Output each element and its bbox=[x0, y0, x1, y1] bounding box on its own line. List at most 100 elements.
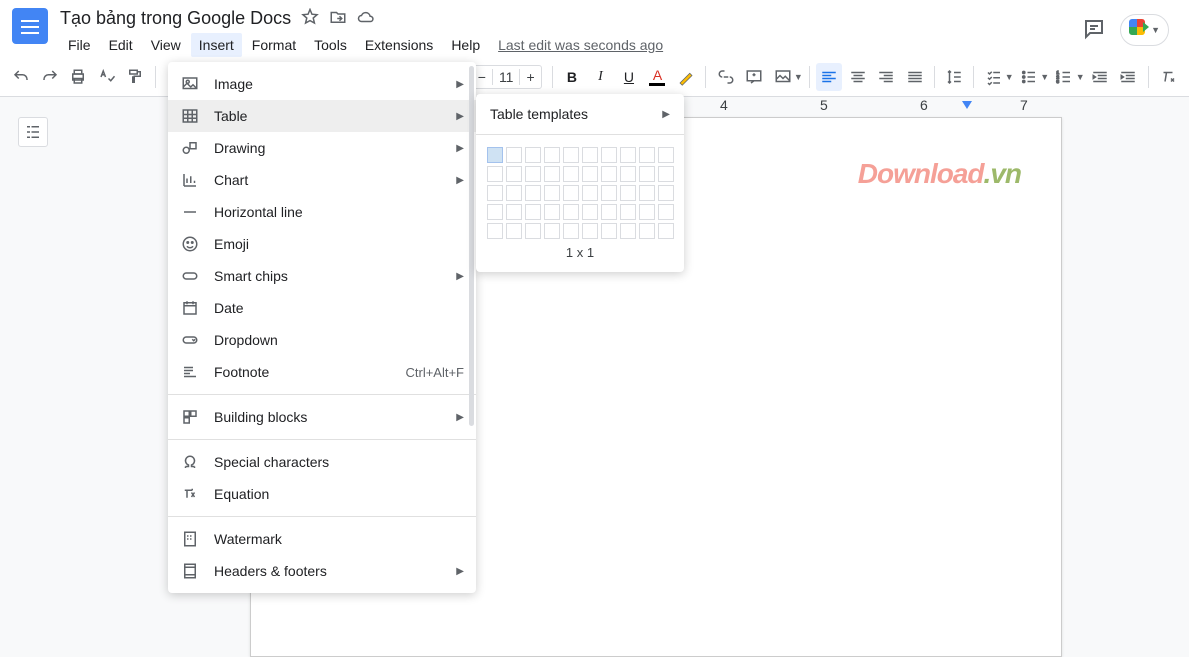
table-grid-cell[interactable] bbox=[639, 185, 655, 201]
table-grid-cell[interactable] bbox=[525, 223, 541, 239]
menu-item-headers-footers[interactable]: Headers & footers ▶ bbox=[168, 555, 476, 587]
menu-item-date[interactable]: Date bbox=[168, 292, 476, 324]
underline-button[interactable]: U bbox=[616, 63, 643, 91]
print-button[interactable] bbox=[65, 63, 92, 91]
table-grid-cell[interactable] bbox=[487, 166, 503, 182]
menu-item-special-characters[interactable]: Special characters bbox=[168, 446, 476, 478]
last-edit-link[interactable]: Last edit was seconds ago bbox=[498, 37, 663, 53]
table-grid-cell[interactable] bbox=[582, 185, 598, 201]
font-size-control[interactable]: − 11 + bbox=[471, 65, 542, 89]
scrollbar[interactable] bbox=[469, 66, 474, 486]
outline-toggle-button[interactable] bbox=[18, 117, 48, 147]
font-size-value[interactable]: 11 bbox=[492, 69, 521, 85]
menu-item-emoji[interactable]: Emoji bbox=[168, 228, 476, 260]
table-grid-cell[interactable] bbox=[601, 204, 617, 220]
menu-file[interactable]: File bbox=[60, 33, 99, 57]
menu-view[interactable]: View bbox=[143, 33, 189, 57]
cloud-icon[interactable] bbox=[357, 8, 375, 29]
table-grid-cell[interactable] bbox=[487, 185, 503, 201]
table-grid-cell[interactable] bbox=[563, 166, 579, 182]
table-grid-cell[interactable] bbox=[544, 166, 560, 182]
table-grid-cell[interactable] bbox=[544, 204, 560, 220]
table-grid-cell[interactable] bbox=[544, 185, 560, 201]
table-grid-cell[interactable] bbox=[639, 147, 655, 163]
menu-insert[interactable]: Insert bbox=[191, 33, 242, 57]
menu-extensions[interactable]: Extensions bbox=[357, 33, 441, 57]
table-grid-cell[interactable] bbox=[639, 204, 655, 220]
table-size-picker[interactable]: 1 x 1 bbox=[476, 135, 684, 272]
document-title[interactable]: Tạo bảng trong Google Docs bbox=[60, 8, 291, 29]
menu-item-building-blocks[interactable]: Building blocks ▶ bbox=[168, 401, 476, 433]
table-grid-cell[interactable] bbox=[582, 166, 598, 182]
bulleted-list-button[interactable] bbox=[1016, 63, 1043, 91]
table-grid-cell[interactable] bbox=[658, 185, 674, 201]
table-grid-cell[interactable] bbox=[506, 166, 522, 182]
table-grid-cell[interactable] bbox=[620, 204, 636, 220]
align-center-button[interactable] bbox=[844, 63, 871, 91]
table-grid-cell[interactable] bbox=[620, 223, 636, 239]
table-grid-cell[interactable] bbox=[506, 147, 522, 163]
table-grid-cell[interactable] bbox=[563, 147, 579, 163]
meet-button[interactable]: ▼ bbox=[1120, 14, 1169, 46]
bold-button[interactable]: B bbox=[559, 63, 586, 91]
table-grid-cell[interactable] bbox=[620, 185, 636, 201]
table-grid-cell[interactable] bbox=[525, 204, 541, 220]
increase-indent-button[interactable] bbox=[1115, 63, 1142, 91]
decrease-indent-button[interactable] bbox=[1087, 63, 1114, 91]
insert-comment-button[interactable] bbox=[741, 63, 768, 91]
table-grid-cell[interactable] bbox=[601, 147, 617, 163]
menu-format[interactable]: Format bbox=[244, 33, 304, 57]
insert-link-button[interactable] bbox=[712, 63, 739, 91]
comments-icon[interactable] bbox=[1082, 17, 1106, 44]
table-grid-cell[interactable] bbox=[601, 223, 617, 239]
table-grid-cell[interactable] bbox=[639, 166, 655, 182]
table-grid-cell[interactable] bbox=[582, 223, 598, 239]
align-justify-button[interactable] bbox=[901, 63, 928, 91]
menu-item-table-templates[interactable]: Table templates ▶ bbox=[476, 94, 684, 135]
table-grid-cell[interactable] bbox=[544, 223, 560, 239]
table-grid-cell[interactable] bbox=[658, 223, 674, 239]
table-grid-cell[interactable] bbox=[544, 147, 560, 163]
font-size-plus[interactable]: + bbox=[520, 69, 540, 85]
clear-formatting-button[interactable] bbox=[1155, 63, 1182, 91]
table-grid-cell[interactable] bbox=[487, 223, 503, 239]
table-grid-cell[interactable] bbox=[487, 204, 503, 220]
menu-item-horizontal-line[interactable]: Horizontal line bbox=[168, 196, 476, 228]
table-grid-cell[interactable] bbox=[658, 166, 674, 182]
undo-button[interactable] bbox=[8, 63, 35, 91]
table-grid-cell[interactable] bbox=[563, 185, 579, 201]
table-grid-cell[interactable] bbox=[563, 223, 579, 239]
table-grid-cell[interactable] bbox=[487, 147, 503, 163]
menu-item-watermark[interactable]: Watermark bbox=[168, 523, 476, 555]
table-grid-cell[interactable] bbox=[563, 204, 579, 220]
paint-format-button[interactable] bbox=[122, 63, 149, 91]
checklist-button[interactable] bbox=[980, 63, 1007, 91]
numbered-list-button[interactable]: 123 bbox=[1051, 63, 1078, 91]
table-grid-cell[interactable] bbox=[525, 185, 541, 201]
menu-item-dropdown[interactable]: Dropdown bbox=[168, 324, 476, 356]
table-grid-cell[interactable] bbox=[601, 185, 617, 201]
menu-item-table[interactable]: Table ▶ bbox=[168, 100, 476, 132]
italic-button[interactable]: I bbox=[587, 63, 614, 91]
insert-image-button[interactable] bbox=[769, 63, 796, 91]
table-grid-cell[interactable] bbox=[525, 147, 541, 163]
table-grid-cell[interactable] bbox=[582, 147, 598, 163]
align-left-button[interactable] bbox=[816, 63, 843, 91]
text-color-button[interactable]: A bbox=[644, 63, 671, 91]
docs-logo[interactable] bbox=[12, 8, 48, 44]
table-grid-cell[interactable] bbox=[582, 204, 598, 220]
table-grid-cell[interactable] bbox=[620, 166, 636, 182]
spellcheck-button[interactable] bbox=[94, 63, 121, 91]
table-grid-cell[interactable] bbox=[525, 166, 541, 182]
highlight-button[interactable] bbox=[673, 63, 700, 91]
table-grid-cell[interactable] bbox=[601, 166, 617, 182]
table-grid-cell[interactable] bbox=[506, 185, 522, 201]
menu-item-footnote[interactable]: Footnote Ctrl+Alt+F bbox=[168, 356, 476, 388]
table-grid-cell[interactable] bbox=[620, 147, 636, 163]
menu-tools[interactable]: Tools bbox=[306, 33, 355, 57]
redo-button[interactable] bbox=[37, 63, 64, 91]
menu-item-image[interactable]: Image ▶ bbox=[168, 68, 476, 100]
menu-help[interactable]: Help bbox=[443, 33, 488, 57]
ruler-indent-marker[interactable] bbox=[962, 101, 972, 114]
table-grid-cell[interactable] bbox=[639, 223, 655, 239]
